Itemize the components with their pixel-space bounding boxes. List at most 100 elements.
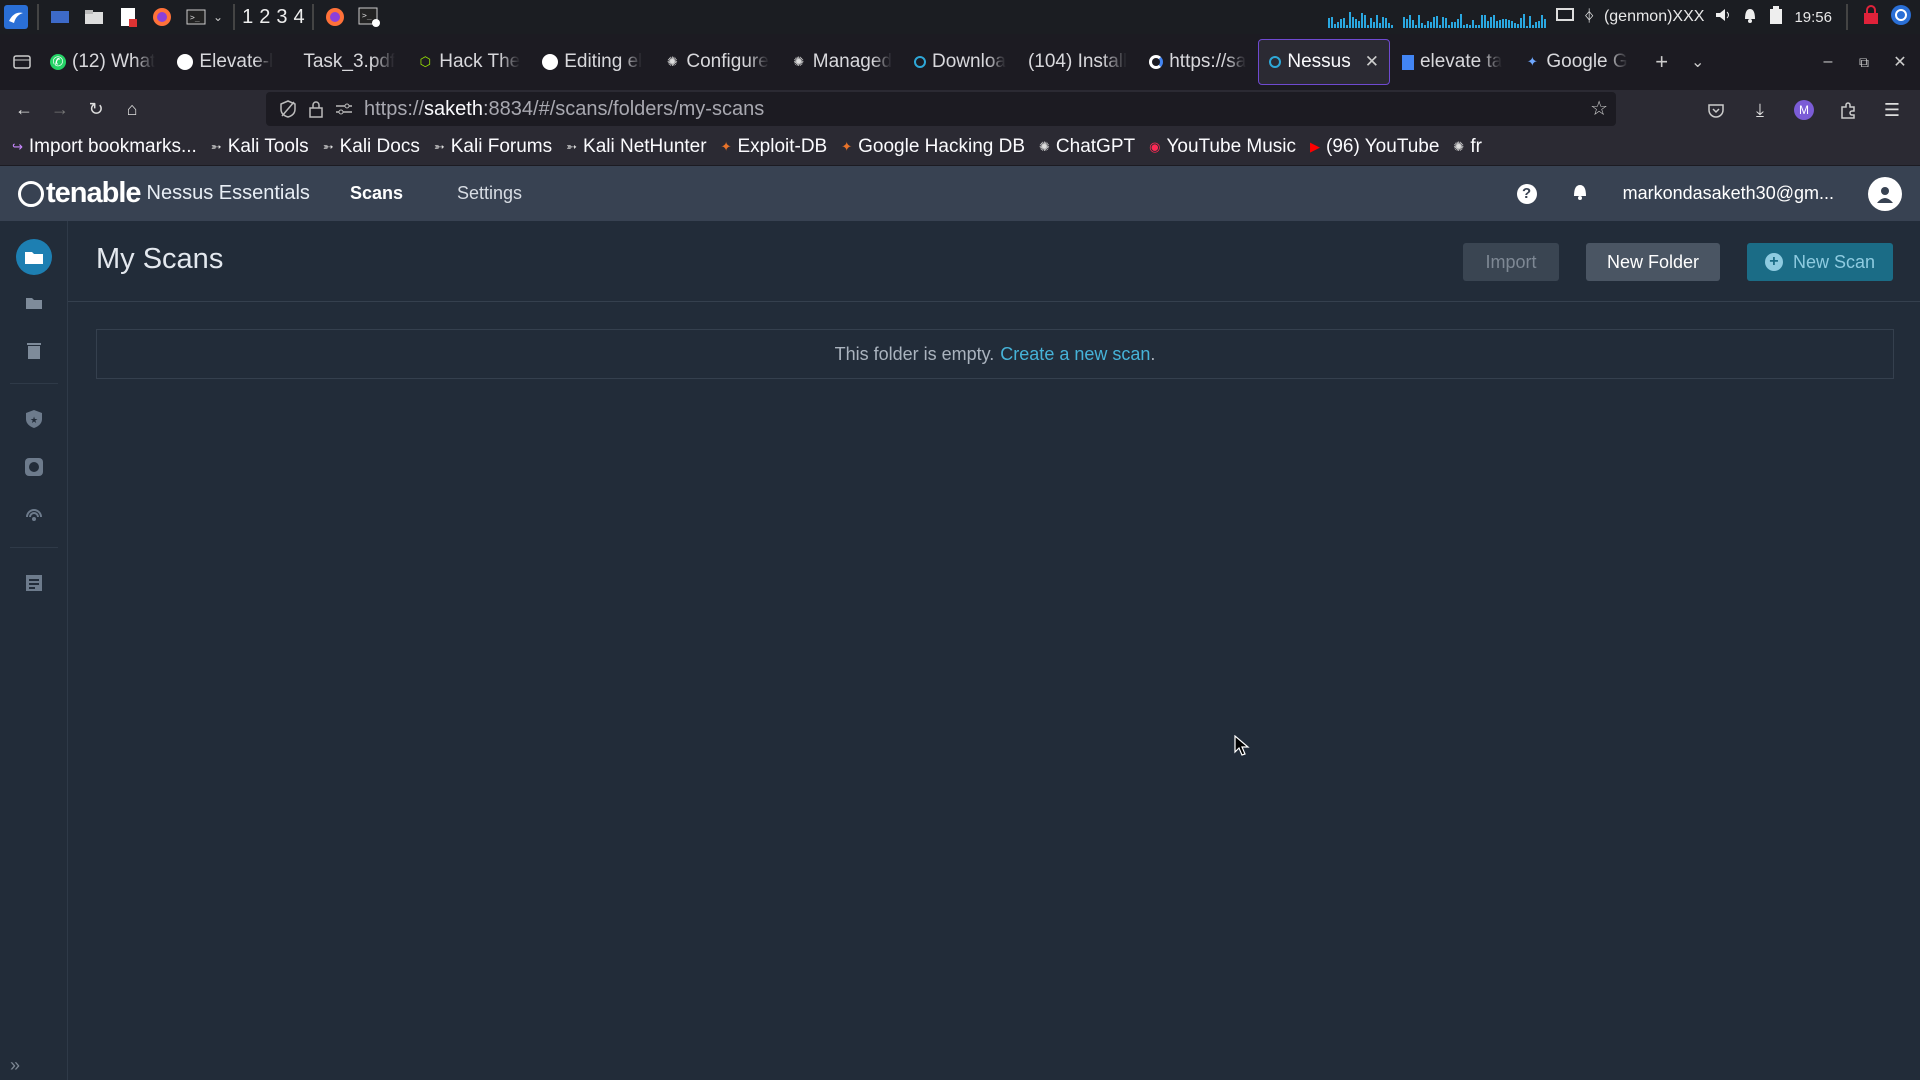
reload-icon[interactable]: ↻: [78, 93, 114, 125]
create-new-scan-link[interactable]: Create a new scan: [1000, 344, 1150, 365]
permissions-icon[interactable]: [332, 102, 356, 116]
firefox-icon[interactable]: [150, 5, 174, 29]
bookmark-item[interactable]: ◉ YouTube Music: [1149, 136, 1296, 158]
bookmark-item[interactable]: ➳ Kali Forums: [434, 136, 552, 158]
bookmark-item[interactable]: ✺ fr: [1453, 136, 1482, 158]
kali-menu-icon[interactable]: [4, 5, 28, 29]
firefox-view-icon[interactable]: [4, 44, 40, 80]
account-avatar-icon[interactable]: M: [1786, 94, 1822, 126]
new-folder-button[interactable]: New Folder: [1586, 243, 1720, 281]
browser-tab[interactable]: (104) Install: [1018, 39, 1137, 85]
graph-bar: [1535, 22, 1538, 28]
chevron-down-icon[interactable]: ⌄: [213, 10, 223, 24]
all-scans-folder-icon[interactable]: [16, 285, 52, 321]
nav-scans[interactable]: Scans: [350, 183, 403, 204]
lock-warning-icon[interactable]: [304, 100, 328, 118]
power-menu-icon[interactable]: [1890, 4, 1912, 31]
bookmark-item[interactable]: ↪ Import bookmarks...: [12, 136, 197, 158]
graph-bar: [1448, 25, 1451, 28]
notifications-bell-icon[interactable]: [1571, 181, 1589, 206]
browser-tab[interactable]: Task_3.pdf: [285, 39, 405, 85]
bookmark-item[interactable]: ➳ Kali Tools: [211, 136, 309, 158]
browser-tab[interactable]: ✺ Configure: [654, 39, 778, 85]
browser-tab[interactable]: ✺ Managed: [781, 39, 902, 85]
firefox-window-icon[interactable]: [323, 5, 347, 29]
bookmark-item[interactable]: ✺ ChatGPT: [1039, 136, 1135, 158]
workspace-2[interactable]: 2: [259, 6, 270, 29]
text-editor-icon[interactable]: [116, 5, 140, 29]
back-arrow-icon[interactable]: ←: [6, 93, 42, 125]
my-scans-folder-icon[interactable]: [16, 239, 52, 275]
graph-bar: [1388, 23, 1391, 28]
tracking-protection-icon[interactable]: [276, 100, 300, 118]
display-icon[interactable]: [1556, 7, 1575, 28]
notification-bell-icon[interactable]: [1742, 6, 1758, 29]
browser-tab[interactable]: https://sa: [1139, 39, 1256, 85]
bookmark-item[interactable]: ▶ (96) YouTube: [1310, 136, 1439, 158]
minimize-icon[interactable]: –: [1810, 44, 1846, 80]
cpu-graph: [1328, 6, 1394, 28]
graph-bar: [1433, 17, 1436, 28]
page-title: My Scans: [96, 243, 224, 275]
workspace-1[interactable]: 1: [242, 6, 253, 29]
policies-shield-icon[interactable]: ★: [16, 401, 52, 437]
expand-sidebar-icon[interactable]: »: [10, 1055, 20, 1076]
reports-icon[interactable]: [16, 565, 52, 601]
bookmark-item[interactable]: ➳ Kali NetHunter: [566, 136, 706, 158]
extensions-puzzle-icon[interactable]: [1830, 94, 1866, 126]
import-button[interactable]: Import: [1463, 243, 1559, 281]
volume-icon[interactable]: [1714, 7, 1732, 28]
new-scan-button[interactable]: + New Scan: [1747, 243, 1893, 281]
graph-bar: [1340, 19, 1343, 28]
workspace-4[interactable]: 4: [293, 6, 304, 29]
new-tab-icon[interactable]: +: [1644, 44, 1680, 80]
restore-icon[interactable]: ⧉: [1846, 44, 1882, 80]
clock[interactable]: 19:56: [1794, 9, 1832, 26]
bookmark-item[interactable]: ✦ Exploit-DB: [721, 136, 828, 158]
show-desktop-icon[interactable]: [48, 5, 72, 29]
close-icon[interactable]: ✕: [1365, 52, 1379, 72]
browser-tab-active[interactable]: Nessus ✕: [1258, 39, 1390, 85]
browser-tab[interactable]: ✦ Google G: [1514, 39, 1637, 85]
bookmark-item[interactable]: ➳ Kali Docs: [323, 136, 420, 158]
workspace-3[interactable]: 3: [276, 6, 287, 29]
bluetooth-icon[interactable]: ᛄ: [1584, 8, 1594, 26]
pocket-icon[interactable]: [1698, 94, 1734, 126]
plugin-rules-icon[interactable]: [16, 449, 52, 485]
browser-tab[interactable]: elevate ta: [1392, 39, 1512, 85]
graph-bar: [1478, 25, 1481, 28]
close-window-icon[interactable]: ✕: [1882, 44, 1918, 80]
terrascan-icon[interactable]: [16, 497, 52, 533]
battery-icon[interactable]: [1768, 5, 1784, 30]
graph-bar: [1391, 25, 1394, 28]
browser-tab[interactable]: ✆ (12) What: [40, 39, 165, 85]
browser-tab[interactable]: Elevate-l: [167, 39, 283, 85]
trash-icon[interactable]: [16, 333, 52, 369]
browser-tab[interactable]: ⬡ Hack The: [407, 39, 530, 85]
browser-tab[interactable]: Downloa: [904, 39, 1016, 85]
openai-icon: ✺: [666, 54, 678, 69]
downloads-icon[interactable]: ⤓: [1742, 94, 1778, 126]
url-bar[interactable]: https://saketh:8834/#/scans/folders/my-s…: [266, 92, 1616, 126]
browser-tab[interactable]: Editing el: [532, 39, 652, 85]
hamburger-menu-icon[interactable]: ☰: [1874, 94, 1910, 126]
bookmark-star-icon[interactable]: ☆: [1590, 96, 1608, 121]
graph-bar: [1376, 15, 1379, 28]
graph-bar: [1436, 16, 1439, 28]
forward-arrow-icon[interactable]: →: [42, 93, 78, 125]
user-email[interactable]: markondasaketh30@gm...: [1623, 183, 1834, 204]
help-icon[interactable]: ?: [1516, 183, 1537, 204]
file-manager-icon[interactable]: [82, 5, 106, 29]
user-avatar-icon[interactable]: [1868, 176, 1902, 211]
url-text[interactable]: https://saketh:8834/#/scans/folders/my-s…: [364, 98, 764, 121]
terminal-icon[interactable]: >_: [184, 5, 208, 29]
terminal-window-icon[interactable]: >_: [357, 5, 381, 29]
github-icon: [542, 54, 559, 70]
bookmark-item[interactable]: ✦ Google Hacking DB: [841, 136, 1025, 158]
lock-screen-icon[interactable]: [1862, 4, 1880, 30]
nav-settings[interactable]: Settings: [457, 183, 522, 204]
tab-list-chevron-icon[interactable]: ⌄: [1680, 44, 1716, 80]
browser-nav-toolbar: ← → ↻ ⌂ https://saketh:8834/#/scans/fold…: [0, 90, 1920, 128]
home-icon[interactable]: ⌂: [114, 93, 150, 125]
tenable-logo[interactable]: tenable Nessus Essentials: [18, 177, 310, 210]
